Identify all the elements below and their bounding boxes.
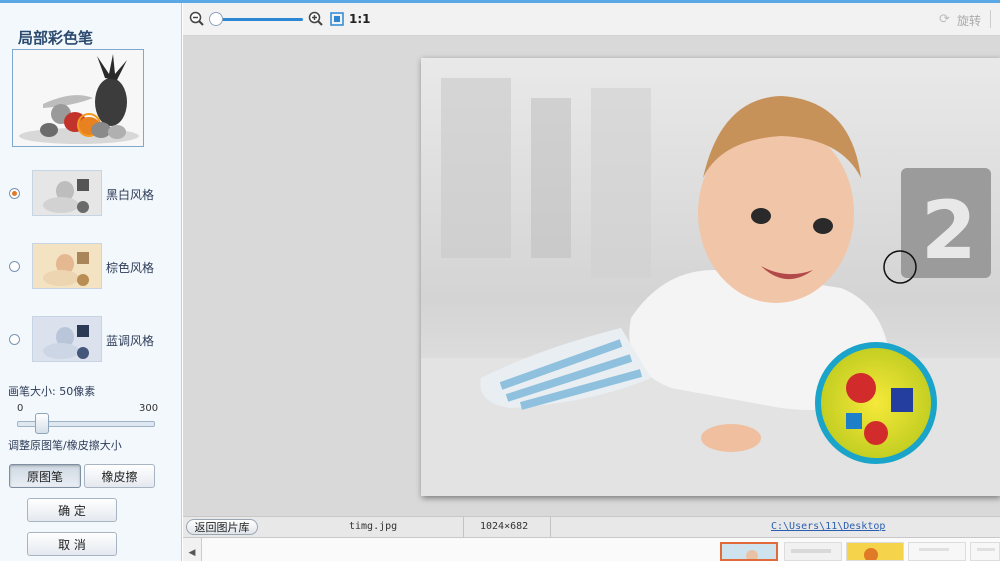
- image-canvas[interactable]: 2: [183, 36, 1000, 516]
- thumbnail-strip: ◀: [183, 538, 1000, 561]
- brush-size-label: 画笔大小: 50像素: [8, 385, 96, 398]
- brush-size-hint: 调整原图笔/橡皮擦大小: [8, 439, 122, 452]
- style-thumbnail-bw[interactable]: [32, 170, 102, 216]
- top-toolbar: 1:1 ⟳ 旋转: [183, 3, 1000, 36]
- edited-photo[interactable]: 2: [421, 58, 1000, 496]
- style-radio-sepia[interactable]: [9, 261, 20, 272]
- confirm-button[interactable]: 确 定: [27, 498, 117, 522]
- style-thumbnail-sepia[interactable]: [32, 243, 102, 289]
- status-divider: [463, 517, 464, 537]
- filmstrip-thumbnail[interactable]: [846, 542, 904, 561]
- brush-min-label: 0: [17, 403, 24, 414]
- status-bar: 返回图片库 timg.jpg 1024×682 C:\Users\11\Desk…: [183, 516, 1000, 538]
- zoom-out-icon[interactable]: [189, 11, 205, 27]
- style-thumbnail-blue[interactable]: [32, 316, 102, 362]
- cancel-button[interactable]: 取 消: [27, 532, 117, 556]
- left-panel: 局部彩色笔 黑白风格 棕色风格 蓝调风格 画笔大小: 50像素 0 300 调整…: [0, 3, 182, 561]
- style-option-bw[interactable]: 黑白风格: [0, 170, 182, 220]
- toolbar-divider: [990, 10, 991, 28]
- filmstrip-thumbnail[interactable]: [970, 542, 1000, 561]
- scroll-left-icon[interactable]: ◀: [183, 538, 202, 561]
- file-name: timg.jpg: [349, 521, 398, 532]
- filmstrip-thumbnail[interactable]: [908, 542, 966, 561]
- status-divider: [550, 517, 551, 537]
- brush-size-slider-handle[interactable]: [35, 413, 49, 434]
- filmstrip-thumbnail[interactable]: [720, 542, 778, 561]
- panel-title: 局部彩色笔: [18, 29, 94, 47]
- original-pen-button[interactable]: 原图笔: [9, 464, 81, 488]
- style-label-blue: 蓝调风格: [106, 334, 155, 348]
- file-path-link[interactable]: C:\Users\11\Desktop: [771, 521, 885, 532]
- rotate-button[interactable]: 旋转: [957, 12, 981, 29]
- style-radio-bw[interactable]: [9, 188, 20, 199]
- image-dimensions: 1024×682: [480, 521, 529, 532]
- zoom-slider-handle[interactable]: [209, 12, 223, 26]
- zoom-slider[interactable]: [213, 18, 303, 21]
- actual-size-button[interactable]: 1:1: [349, 12, 371, 26]
- eraser-button[interactable]: 橡皮擦: [84, 464, 155, 488]
- brush-max-label: 300: [139, 403, 159, 414]
- fit-to-window-icon[interactable]: [329, 11, 345, 27]
- style-label-sepia: 棕色风格: [106, 261, 155, 275]
- svg-text:2: 2: [921, 184, 977, 277]
- style-radio-blue[interactable]: [9, 334, 20, 345]
- style-option-blue[interactable]: 蓝调风格: [0, 316, 182, 366]
- style-option-sepia[interactable]: 棕色风格: [0, 243, 182, 293]
- back-to-gallery-button[interactable]: 返回图片库: [186, 519, 258, 535]
- style-label-bw: 黑白风格: [106, 188, 155, 202]
- zoom-in-icon[interactable]: [308, 11, 324, 27]
- rotate-icon[interactable]: ⟳: [939, 12, 950, 27]
- effect-preview-image: [12, 49, 144, 147]
- filmstrip-thumbnail[interactable]: [784, 542, 842, 561]
